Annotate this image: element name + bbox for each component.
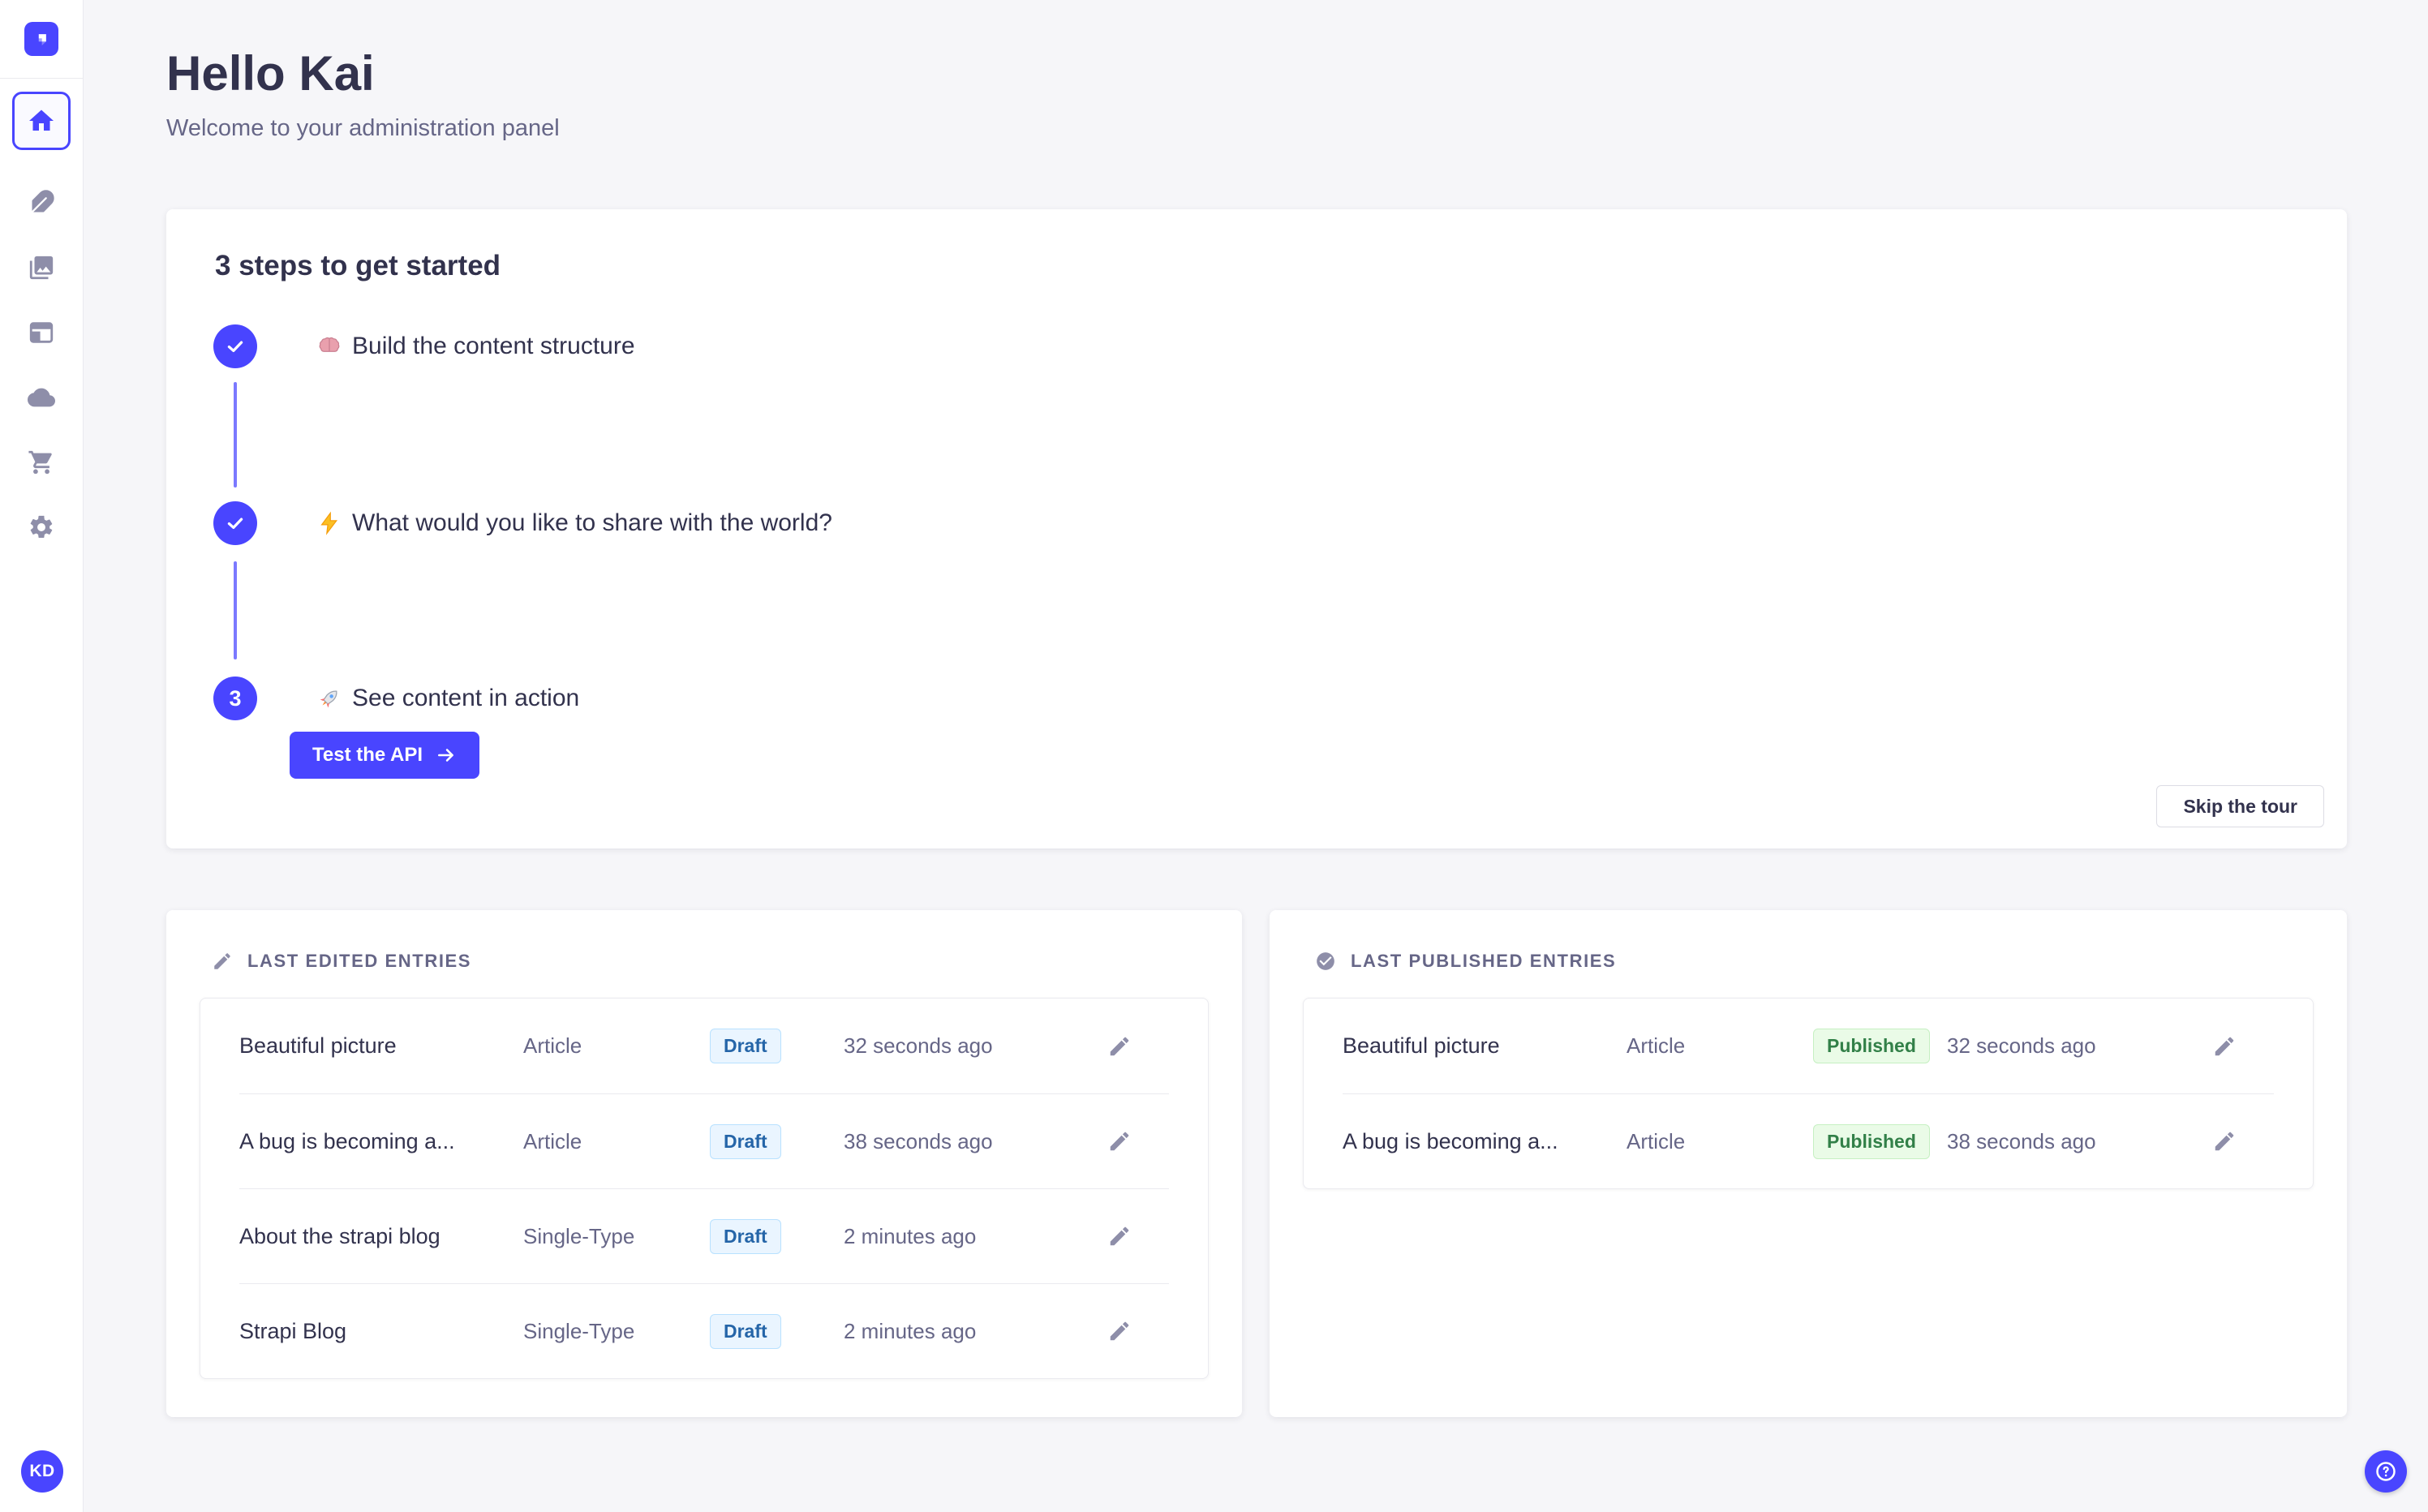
entry-time: 38 seconds ago xyxy=(844,1128,993,1153)
step-1-circle-done xyxy=(213,324,257,368)
sidebar-item-home[interactable] xyxy=(12,92,71,150)
pencil-icon xyxy=(2215,1037,2234,1055)
edit-entry-button[interactable] xyxy=(1107,1033,1132,1059)
page-subtitle: Welcome to your administration panel xyxy=(166,115,560,141)
edit-entry-button[interactable] xyxy=(1107,1318,1132,1344)
widget-title: LAST PUBLISHED ENTRIES xyxy=(1351,951,1617,971)
entry-kind: Article xyxy=(1627,1128,1686,1153)
entry-kind: Article xyxy=(523,1128,582,1153)
step-3-circle-number: 3 xyxy=(213,677,257,720)
step-connector-2 xyxy=(234,561,237,659)
entry-title: A bug is becoming a... xyxy=(1343,1128,1558,1153)
entry-time: 2 minutes ago xyxy=(844,1318,977,1343)
entry-time: 2 minutes ago xyxy=(844,1223,977,1248)
test-api-button[interactable]: Test the API xyxy=(290,732,480,779)
sidebar-item-content-manager[interactable] xyxy=(18,179,65,226)
table-row: About the strapi blog Single-Type Draft … xyxy=(239,1188,1169,1283)
entries-table: Beautiful picture Article Draft 32 secon… xyxy=(200,998,1209,1379)
entry-title: About the strapi blog xyxy=(239,1223,440,1248)
entry-kind: Article xyxy=(523,1033,582,1058)
rocket-emoji xyxy=(320,690,337,708)
strapi-logo-icon xyxy=(38,34,46,46)
status-badge: Draft xyxy=(710,1218,781,1254)
entry-kind: Single-Type xyxy=(523,1223,635,1248)
entry-title: Strapi Blog xyxy=(239,1318,347,1343)
page-title: Hello Kai xyxy=(166,46,375,101)
last-published-entries-widget: LAST PUBLISHED ENTRIES Beautiful picture… xyxy=(1270,910,2347,1417)
user-avatar[interactable]: KD xyxy=(21,1450,63,1493)
onboarding-card: 3 steps to get started Build the content… xyxy=(166,209,2347,848)
entry-time: 38 seconds ago xyxy=(1947,1128,2096,1153)
check-icon xyxy=(227,518,243,530)
entry-time: 32 seconds ago xyxy=(844,1033,993,1058)
last-edited-entries-widget: LAST EDITED ENTRIES Beautiful picture Ar… xyxy=(166,910,1242,1417)
entry-title: A bug is becoming a... xyxy=(239,1128,455,1153)
widget-header: LAST PUBLISHED ENTRIES xyxy=(1315,951,1616,972)
arrow-right-icon xyxy=(438,749,453,762)
step-1-label: Build the content structure xyxy=(317,324,635,368)
cart-icon xyxy=(28,450,52,475)
entry-title: Beautiful picture xyxy=(239,1033,397,1058)
pencil-icon xyxy=(1110,1132,1129,1151)
home-icon xyxy=(29,110,54,131)
edit-entry-button[interactable] xyxy=(2211,1128,2237,1154)
brain-emoji xyxy=(319,337,340,352)
skip-tour-button[interactable]: Skip the tour xyxy=(2156,785,2324,827)
help-button[interactable] xyxy=(2365,1450,2407,1493)
pictures-icon xyxy=(29,256,54,280)
check-icon xyxy=(227,341,243,353)
sidebar: KD xyxy=(0,0,84,1512)
entry-kind: Single-Type xyxy=(523,1318,635,1343)
cloud-icon xyxy=(28,388,55,407)
sidebar-nav xyxy=(0,79,83,551)
pencil-icon xyxy=(1110,1037,1129,1055)
status-badge: Draft xyxy=(710,1123,781,1159)
feather-icon xyxy=(30,190,54,214)
step-2-label: What would you like to share with the wo… xyxy=(317,501,832,545)
widget-header: LAST EDITED ENTRIES xyxy=(212,951,471,972)
status-badge: Draft xyxy=(710,1029,781,1063)
check-circle-icon xyxy=(1317,952,1334,970)
sidebar-item-settings[interactable] xyxy=(18,504,65,551)
widget-title: LAST EDITED ENTRIES xyxy=(247,951,472,971)
status-badge: Published xyxy=(1813,1029,1930,1063)
table-row: A bug is becoming a... Article Draft 38 … xyxy=(239,1093,1169,1188)
layout-icon xyxy=(29,322,54,343)
step-2-circle-done xyxy=(213,501,257,545)
status-badge: Published xyxy=(1813,1123,1930,1159)
zap-emoji xyxy=(320,511,338,535)
logo-section xyxy=(0,0,83,79)
sidebar-item-media-library[interactable] xyxy=(18,244,65,291)
help-icon xyxy=(2376,1462,2396,1481)
gear-icon xyxy=(30,515,53,539)
edit-entry-button[interactable] xyxy=(1107,1223,1132,1249)
strapi-logo[interactable] xyxy=(24,22,58,56)
sidebar-item-cloud[interactable] xyxy=(18,374,65,421)
sidebar-item-marketplace[interactable] xyxy=(18,439,65,486)
sidebar-item-content-type-builder[interactable] xyxy=(18,309,65,356)
pencil-icon xyxy=(1110,1226,1129,1246)
entry-kind: Article xyxy=(1627,1033,1686,1058)
edit-entry-button[interactable] xyxy=(1107,1128,1132,1154)
entry-time: 32 seconds ago xyxy=(1947,1033,2096,1058)
step-connector-1 xyxy=(234,382,237,488)
step-3-label: See content in action xyxy=(317,677,579,720)
onboarding-title: 3 steps to get started xyxy=(215,250,501,281)
edit-entry-button[interactable] xyxy=(2211,1033,2237,1059)
pencil-icon xyxy=(2215,1132,2234,1151)
pencil-icon xyxy=(1110,1321,1129,1341)
entry-title: Beautiful picture xyxy=(1343,1033,1500,1058)
table-row: Strapi Blog Single-Type Draft 2 minutes … xyxy=(239,1283,1169,1378)
pencil-icon xyxy=(214,953,230,969)
entries-table: Beautiful picture Article Published 32 s… xyxy=(1303,998,2314,1189)
table-row: Beautiful picture Article Published 32 s… xyxy=(1343,999,2274,1093)
table-row: A bug is becoming a... Article Published… xyxy=(1343,1093,2274,1188)
table-row: Beautiful picture Article Draft 32 secon… xyxy=(239,999,1169,1093)
status-badge: Draft xyxy=(710,1313,781,1349)
